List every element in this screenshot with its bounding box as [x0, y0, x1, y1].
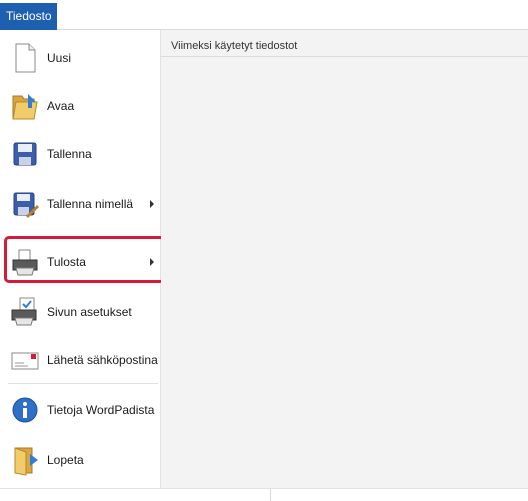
- page-setup-icon: [11, 297, 37, 326]
- exit-icon: [14, 447, 38, 476]
- recent-files-panel: Viimeksi käytetyt tiedostot: [161, 30, 528, 488]
- menu-bar: Tiedosto: [0, 0, 528, 30]
- menu-item-send-email[interactable]: Lähetä sähköpostina: [0, 336, 161, 384]
- menu-item-label: Tallenna: [47, 147, 92, 161]
- menu-item-label: Lopeta: [47, 453, 84, 467]
- recent-files-title: Viimeksi käytetyt tiedostot: [171, 40, 298, 52]
- menu-item-label: Lähetä sähköpostina: [47, 353, 158, 367]
- save-as-icon: [13, 192, 39, 218]
- new-document-icon: [15, 43, 36, 73]
- menu-item-exit[interactable]: Lopeta: [0, 436, 161, 484]
- menu-item-about[interactable]: Tietoja WordPadista: [0, 386, 161, 434]
- menu-item-label: Tietoja WordPadista: [47, 403, 155, 417]
- info-icon: [12, 397, 38, 423]
- save-disk-icon: [13, 142, 37, 166]
- menu-item-save-as[interactable]: Tallenna nimellä: [0, 180, 161, 228]
- menu-item-save[interactable]: Tallenna: [0, 130, 161, 178]
- menu-item-label: Tallenna nimellä: [47, 197, 134, 211]
- menu-item-open[interactable]: Avaa: [0, 82, 161, 130]
- bottom-bar: [0, 488, 528, 501]
- recent-files-divider: [161, 56, 528, 57]
- menu-item-page-setup[interactable]: Sivun asetukset: [0, 288, 161, 336]
- menu-separator: [8, 383, 158, 384]
- bottom-divider: [270, 489, 271, 501]
- menu-item-label: Sivun asetukset: [47, 305, 132, 319]
- email-icon: [11, 352, 39, 370]
- open-folder-icon: [12, 94, 38, 120]
- menu-item-new[interactable]: Uusi: [0, 34, 161, 82]
- file-tab[interactable]: Tiedosto: [0, 3, 57, 30]
- print-highlight-box: [4, 236, 165, 283]
- submenu-arrow-icon: [150, 200, 154, 208]
- menu-item-label: Avaa: [47, 99, 75, 113]
- menu-item-label: Uusi: [47, 51, 72, 65]
